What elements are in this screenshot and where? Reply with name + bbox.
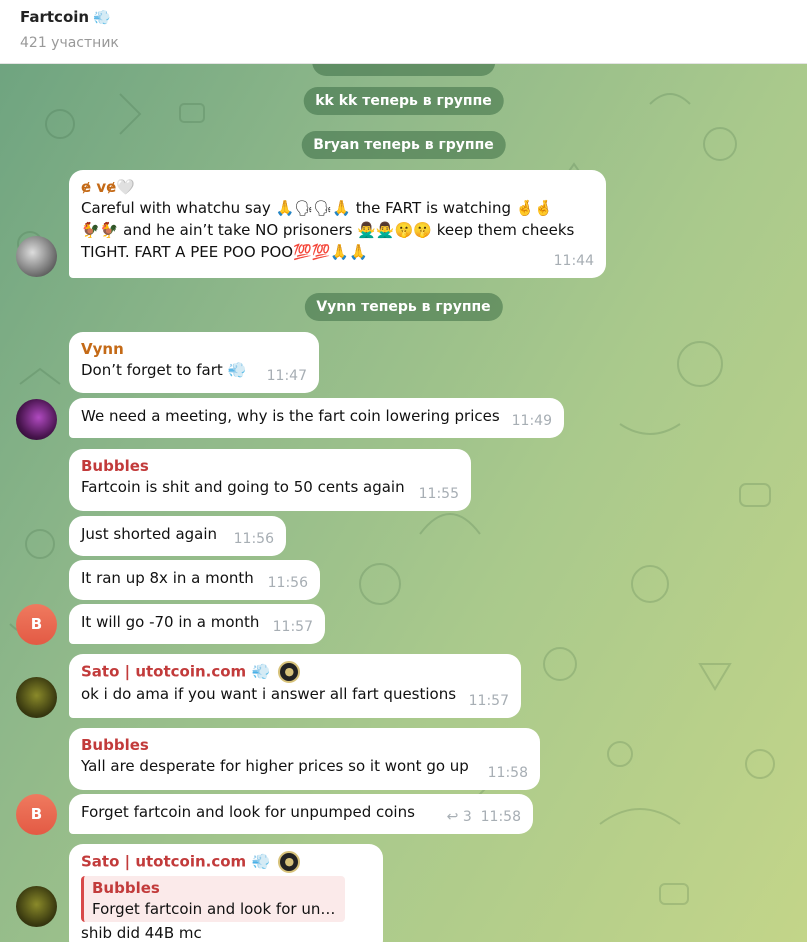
user-avatar[interactable] [16, 886, 57, 927]
message-bubble[interactable]: Bubbles Fartcoin is shit and going to 50… [69, 449, 471, 511]
message-time: 11:57 [272, 619, 313, 635]
member-count: 421 участник [20, 35, 119, 51]
sender-name[interactable]: ɇ vɇ🤍 [81, 177, 594, 197]
message-time: 11:47 [266, 368, 307, 384]
message-bubble[interactable]: ɇ vɇ🤍 Careful with whatchu say 🙏🗣🗣🙏 the … [69, 170, 606, 278]
user-avatar[interactable]: B [16, 794, 57, 835]
dash-icon: 💨 [251, 662, 271, 681]
message-time: 11:56 [233, 531, 274, 547]
message-text: We need a meeting, why is the fart coin … [81, 407, 500, 425]
message-text: Careful with whatchu say 🙏🗣🗣🙏 the FART i… [81, 199, 575, 261]
user-avatar[interactable]: B [16, 604, 57, 645]
message-bubble[interactable]: Sato | utotcoin.com 💨 ● ok i do ama if y… [69, 654, 521, 718]
reply-count[interactable]: 3 [463, 809, 472, 825]
message-time: 11:57 [468, 693, 509, 709]
reply-quote[interactable]: Bubbles Forget fartcoin and look for unp… [81, 876, 345, 922]
user-avatar[interactable] [16, 399, 57, 440]
message-time: 11:58 [487, 765, 528, 781]
sender-name-text: Sato | utotcoin.com [81, 852, 247, 871]
quote-sender: Bubbles [92, 879, 160, 897]
service-message-partial: .............................. [311, 64, 496, 76]
service-message: kk kk теперь в группе [303, 87, 504, 115]
chat-title[interactable]: Fartcoin 💨 [20, 8, 111, 26]
chat-title-text: Fartcoin [20, 8, 90, 26]
sender-name[interactable]: Vynn [81, 339, 307, 359]
quote-text: Forget fartcoin and look for unpu... [92, 900, 337, 918]
message-time: 11:58 [480, 809, 521, 825]
message-bubble[interactable]: Just shorted again 11:56 [69, 516, 286, 556]
sender-name[interactable]: Sato | utotcoin.com 💨 ● [81, 661, 509, 683]
message-bubble[interactable]: It will go -70 in a month 11:57 [69, 604, 325, 644]
message-list[interactable]: .............................. kk kk теп… [0, 64, 807, 942]
dash-icon: 💨 [93, 10, 111, 26]
coin-badge-icon: ● [278, 661, 301, 683]
chat-header[interactable]: Fartcoin 💨 421 участник [0, 0, 807, 64]
service-message: Bryan теперь в группе [301, 131, 506, 159]
message-text: Fartcoin is shit and going to 50 cents a… [81, 478, 405, 496]
message-bubble[interactable]: Sato | utotcoin.com 💨 ● Bubbles Forget f… [69, 844, 383, 942]
user-avatar[interactable] [16, 677, 57, 718]
message-text: Yall are desperate for higher prices so … [81, 757, 469, 775]
message-bubble[interactable]: It ran up 8x in a month 11:56 [69, 560, 320, 600]
reply-icon[interactable]: ↩ [447, 809, 459, 825]
user-avatar[interactable] [16, 236, 57, 277]
service-message: Vynn теперь в группе [304, 293, 503, 321]
sender-name[interactable]: Sato | utotcoin.com 💨 ● [81, 851, 371, 873]
message-time: 11:49 [511, 413, 552, 429]
sender-name-text: Sato | utotcoin.com [81, 662, 247, 681]
message-time: 11:44 [553, 253, 594, 269]
dash-icon: 💨 [251, 852, 271, 871]
coin-badge-icon: ● [278, 851, 301, 873]
message-bubble[interactable]: Vynn Don’t forget to fart 💨 11:47 [69, 332, 319, 393]
message-text: ok i do ama if you want i answer all far… [81, 685, 457, 703]
message-time: 11:56 [267, 575, 308, 591]
message-text: shib did 44B mc [81, 924, 202, 942]
sender-name[interactable]: Bubbles [81, 735, 528, 755]
message-bubble[interactable]: Bubbles Yall are desperate for higher pr… [69, 728, 540, 790]
message-bubble[interactable]: We need a meeting, why is the fart coin … [69, 398, 564, 438]
message-meta: ↩ 3 11:58 [447, 806, 521, 828]
message-bubble[interactable]: Forget fartcoin and look for unpumped co… [69, 794, 533, 834]
message-time: 11:55 [418, 486, 459, 502]
sender-name[interactable]: Bubbles [81, 456, 459, 476]
